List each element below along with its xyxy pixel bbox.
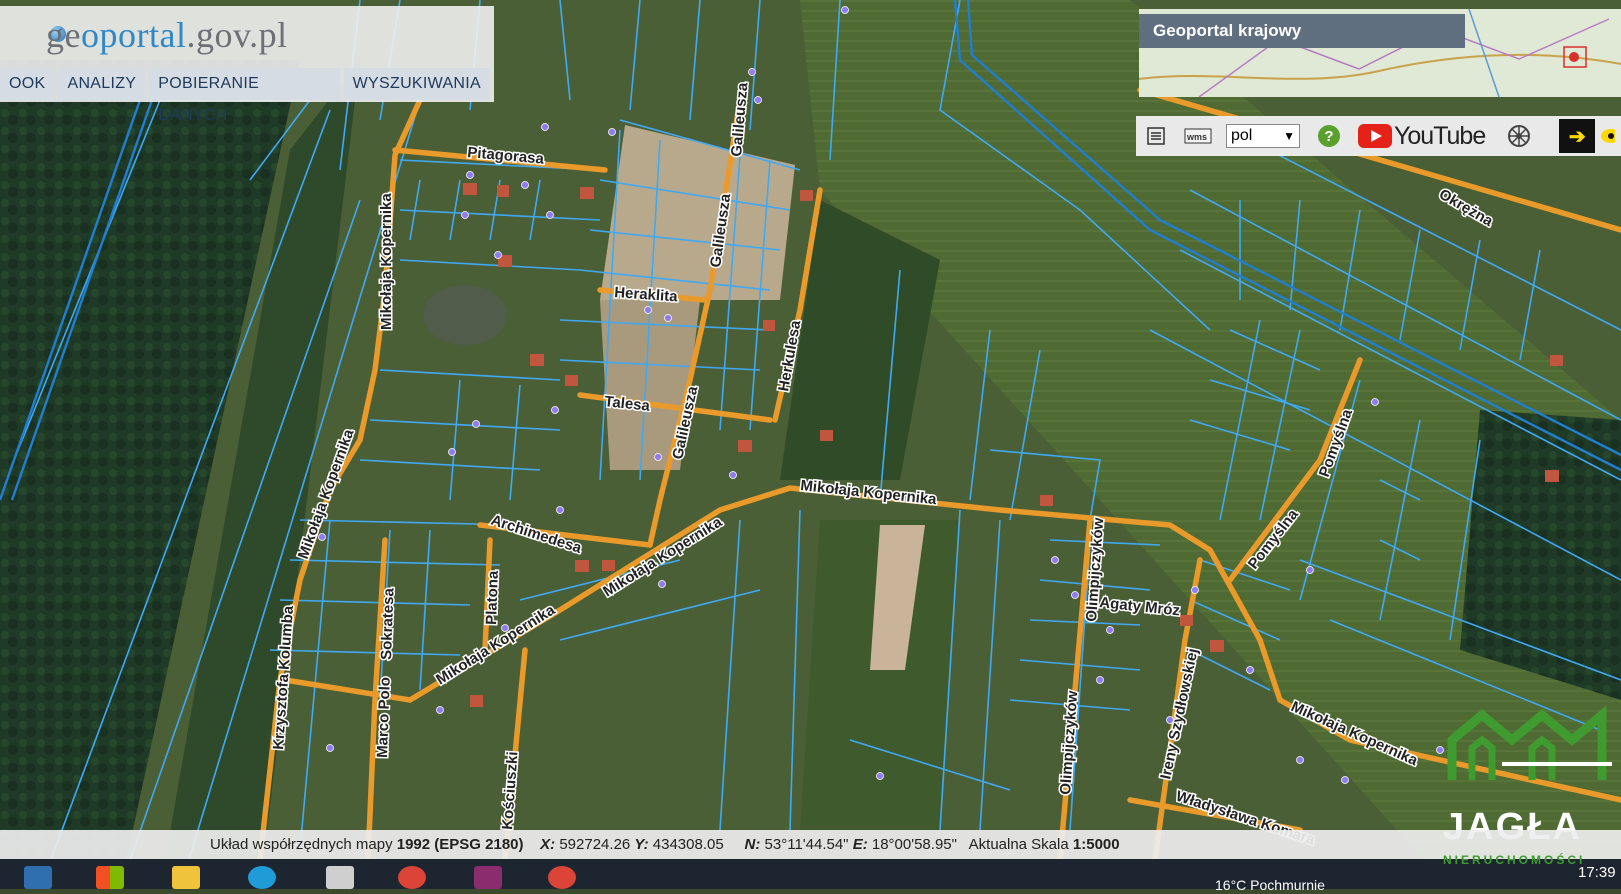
svg-text:wms: wms	[1186, 132, 1207, 142]
n-value: 53°11'44.54"	[764, 836, 849, 853]
status-bar: Układ współrzędnych mapy 1992 (EPSG 2180…	[0, 830, 1621, 859]
map-toolbar: wms pol ▼ ? YouTube ➔	[1136, 116, 1621, 156]
street-label-platona: Platona	[483, 570, 502, 625]
clock[interactable]: 17:39	[1578, 864, 1616, 881]
forest-east	[1460, 410, 1621, 700]
pond	[423, 285, 507, 345]
logo-suffix: .gov.pl	[186, 15, 288, 55]
coord-system-value: 1992 (EPSG 2180)	[396, 836, 524, 853]
y-label: Y:	[634, 836, 649, 853]
language-select[interactable]: pol ▼	[1226, 124, 1300, 148]
e-value: 18°00'58.95"	[871, 836, 957, 853]
menu-item-wyszukiwania[interactable]: WYSZUKIWANIA	[343, 68, 490, 100]
archive-icon[interactable]	[474, 866, 502, 889]
wms-icon[interactable]: wms	[1184, 126, 1212, 146]
folder-icon[interactable]	[172, 866, 200, 889]
youtube-label: YouTube	[1394, 121, 1486, 150]
street-label-kopernika-1: Mikołaja Kopernika	[378, 193, 395, 330]
overview-title: Geoportal krajowy	[1139, 14, 1465, 48]
weather-widget[interactable]: 16°C Pochmurnie	[1215, 877, 1325, 893]
settings-icon[interactable]	[1507, 124, 1531, 148]
geoportal-header: geoportal.gov.pl OOK ANALIZY POBIERANIE …	[0, 6, 494, 124]
chevron-down-icon: ▼	[1283, 129, 1295, 143]
taskbar-app-icon[interactable]	[24, 866, 52, 889]
scale-value: 1:5000	[1072, 836, 1120, 853]
printer-icon[interactable]	[326, 866, 354, 889]
chrome-icon-active[interactable]	[548, 866, 576, 889]
eye-icon[interactable]	[1599, 125, 1616, 147]
youtube-button[interactable]: YouTube	[1358, 121, 1486, 151]
watermark-sub: NIERUCHOMOŚCI	[1443, 853, 1586, 867]
menu-item-pobieranie-danych[interactable]: POBIERANIE DANYCH	[149, 68, 340, 124]
youtube-icon	[1358, 124, 1392, 148]
n-label: N:	[744, 836, 761, 853]
scale-label: Aktualna Skala	[968, 836, 1069, 853]
street-label-marco-polo: Marco Polo	[374, 677, 394, 758]
menu-item-ook[interactable]: OOK	[0, 68, 55, 100]
e-label: E:	[852, 836, 868, 853]
logo-prefix: ge	[46, 15, 81, 55]
street-label-sokratesa: Sokratesa	[378, 587, 398, 660]
logo-accent: oportal	[80, 15, 187, 55]
edge-icon[interactable]	[248, 866, 276, 889]
layers-icon[interactable]	[1146, 126, 1166, 146]
location-marker-icon	[1569, 52, 1579, 62]
x-value: 592724.26	[559, 836, 631, 853]
main-menu: OOK ANALIZY POBIERANIE DANYCH WYSZUKIWAN…	[0, 68, 494, 124]
y-value: 434308.05	[652, 836, 724, 853]
coord-system-label: Układ współrzędnych mapy	[210, 836, 393, 853]
menu-item-analizy[interactable]: ANALIZY	[58, 68, 146, 100]
windows-taskbar	[0, 859, 1621, 889]
arrow-icon[interactable]: ➔	[1559, 119, 1596, 153]
chrome-icon[interactable]	[398, 866, 426, 889]
help-icon[interactable]: ?	[1318, 125, 1340, 147]
store-icon[interactable]	[96, 866, 124, 889]
x-label: X:	[540, 836, 556, 853]
geoportal-logo[interactable]: geoportal.gov.pl	[46, 14, 288, 56]
language-value: pol	[1231, 127, 1253, 144]
